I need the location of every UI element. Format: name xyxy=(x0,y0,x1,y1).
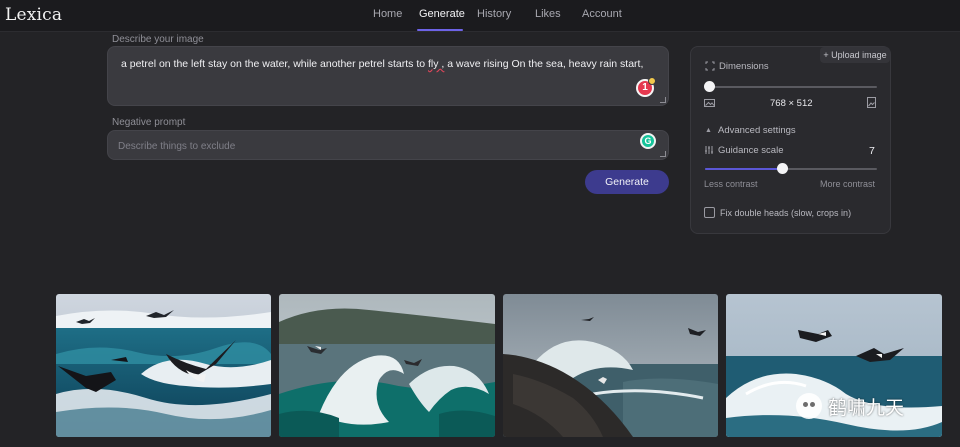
grammarly-issues-icon[interactable]: 1 xyxy=(636,77,656,97)
grammarly-premium-dot-icon xyxy=(648,77,656,85)
landscape-icon[interactable] xyxy=(704,98,715,111)
dimensions-value: 768 × 512 xyxy=(770,98,813,109)
fix-double-heads-checkbox[interactable] xyxy=(704,207,715,218)
prompt-label: Describe your image xyxy=(112,34,204,45)
advanced-settings-toggle[interactable]: Advanced settings xyxy=(718,125,796,136)
guidance-slider-thumb[interactable] xyxy=(776,163,788,174)
portrait-icon[interactable] xyxy=(867,97,876,111)
dimensions-slider-thumb[interactable] xyxy=(703,81,715,92)
nav-account[interactable]: Account xyxy=(582,8,622,20)
prompt-textarea[interactable]: a petrel on the left stay on the water, … xyxy=(107,46,669,106)
active-tab-indicator xyxy=(417,29,463,31)
negative-prompt-input[interactable] xyxy=(118,138,618,154)
more-contrast-label: More contrast xyxy=(820,179,876,189)
prompt-spelling-error[interactable]: fly , xyxy=(428,58,444,70)
dimensions-icon xyxy=(705,61,715,74)
resize-grip-icon[interactable] xyxy=(660,151,666,157)
less-contrast-label: Less contrast xyxy=(704,179,758,189)
grammarly-icon[interactable]: G xyxy=(640,133,656,149)
guidance-scale-label: Guidance scale xyxy=(718,145,784,156)
wechat-icon xyxy=(796,393,822,419)
result-image-1[interactable] xyxy=(56,294,271,437)
upload-image-button[interactable]: + Upload image xyxy=(820,47,890,63)
watermark-text: 鹤啸九天 xyxy=(828,396,905,419)
sliders-icon xyxy=(704,145,714,158)
generate-button[interactable]: Generate xyxy=(585,170,669,194)
prompt-text-start: a petrel on the left stay on the water, … xyxy=(121,58,429,70)
negative-prompt-label: Negative prompt xyxy=(112,117,186,128)
settings-panel xyxy=(690,46,891,234)
result-image-3[interactable] xyxy=(503,294,718,437)
grammarly-issue-count: 1 xyxy=(642,82,648,93)
result-image-2[interactable] xyxy=(279,294,495,437)
top-bar: Lexica Home Generate History Likes Accou… xyxy=(0,0,960,32)
main-nav: Home Generate History Likes Account xyxy=(0,0,960,32)
nav-history[interactable]: History xyxy=(477,8,511,20)
nav-generate[interactable]: Generate xyxy=(419,8,465,20)
fix-double-heads-label[interactable]: Fix double heads (slow, crops in) xyxy=(720,208,851,218)
dimensions-slider-track[interactable] xyxy=(709,86,877,88)
watermark: 鹤啸九天 xyxy=(796,392,904,420)
nav-likes[interactable]: Likes xyxy=(535,8,561,20)
guidance-scale-value: 7 xyxy=(869,145,875,157)
guidance-slider-fill xyxy=(705,168,783,170)
prompt-text-end: a wave rising On the sea, heavy rain sta… xyxy=(444,58,644,70)
nav-home[interactable]: Home xyxy=(373,8,402,20)
dimensions-label: Dimensions xyxy=(719,61,769,72)
negative-prompt-box xyxy=(107,130,669,160)
resize-grip-icon[interactable] xyxy=(660,97,666,103)
prompt-text: a petrel on the left stay on the water, … xyxy=(121,57,643,71)
caret-up-icon[interactable]: ▲ xyxy=(705,126,712,136)
